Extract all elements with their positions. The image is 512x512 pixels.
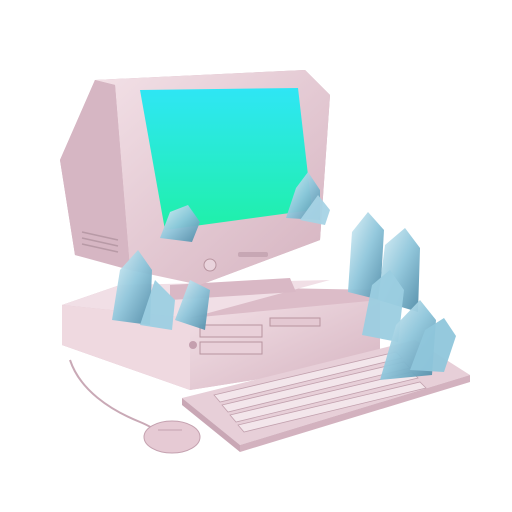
drive-bay-top [199,324,263,338]
monitor-power-button [203,258,217,272]
floppy-slot [269,317,321,327]
drive-bay-bottom [199,341,263,355]
monitor-screen [140,88,312,230]
scene [0,0,512,512]
monitor-control-slot [238,252,268,257]
power-button [189,341,197,349]
computer-illustration [60,70,470,454]
crt-monitor [60,70,330,285]
mouse [143,420,201,454]
